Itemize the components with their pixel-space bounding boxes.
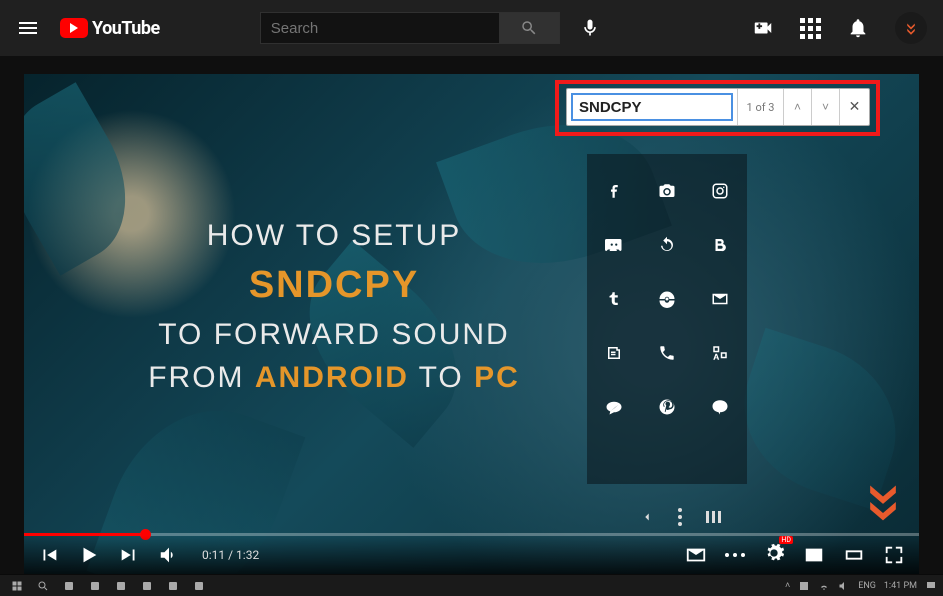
list-handle-icon[interactable] bbox=[706, 511, 721, 523]
apps-grid-icon[interactable] bbox=[800, 18, 821, 39]
instagram-icon[interactable] bbox=[711, 182, 729, 200]
youtube-logo[interactable]: YouTube bbox=[60, 18, 160, 39]
video-text-line-4b: TO bbox=[409, 361, 474, 394]
youtube-logo-text: YouTube bbox=[92, 18, 160, 39]
pokeball-icon[interactable] bbox=[658, 290, 676, 308]
time-display: 0:11 / 1:32 bbox=[202, 548, 259, 562]
video-surface[interactable]: HOW TO SETUP SNDCPY TO FORWARD SOUND FRO… bbox=[24, 74, 919, 574]
taskbar-wifi-icon[interactable] bbox=[818, 580, 830, 592]
video-text-line-4a: FROM bbox=[148, 361, 255, 394]
taskbar-tray-icon[interactable] bbox=[798, 580, 810, 592]
taskbar-start-icon[interactable] bbox=[6, 578, 28, 594]
find-close-button[interactable]: ✕ bbox=[839, 89, 869, 125]
share-panel bbox=[587, 154, 747, 484]
find-previous-button[interactable]: ˄ bbox=[783, 89, 811, 125]
search-button[interactable] bbox=[500, 12, 560, 44]
discord-icon[interactable] bbox=[605, 236, 623, 254]
windows-taskbar: ˄ ENG 1:41 PM bbox=[0, 574, 943, 596]
find-next-button[interactable]: ˅ bbox=[811, 89, 839, 125]
video-player: HOW TO SETUP SNDCPY TO FORWARD SOUND FRO… bbox=[24, 74, 919, 574]
taskbar-language[interactable]: ENG bbox=[858, 581, 876, 591]
theater-icon[interactable] bbox=[843, 544, 865, 566]
avatar-chevron-icon bbox=[902, 19, 920, 37]
taskbar-search-icon[interactable] bbox=[32, 578, 54, 594]
camera-icon[interactable] bbox=[658, 182, 676, 200]
mail-icon[interactable] bbox=[685, 544, 707, 566]
video-text-line-3: TO FORWARD SOUND bbox=[134, 313, 534, 357]
facebook-icon[interactable] bbox=[605, 182, 623, 200]
envelope-icon[interactable] bbox=[711, 290, 729, 308]
line-icon[interactable] bbox=[711, 398, 729, 416]
taskbar-notification-icon[interactable] bbox=[925, 580, 937, 592]
taskbar-clock[interactable]: 1:41 PM bbox=[884, 581, 917, 591]
player-controls: 0:11 / 1:32 HD bbox=[24, 536, 919, 574]
miniplayer-icon[interactable] bbox=[803, 544, 825, 566]
channel-logo-icon bbox=[861, 480, 905, 524]
menu-icon[interactable] bbox=[16, 16, 40, 40]
taskbar-app-icon[interactable] bbox=[110, 578, 132, 594]
video-text-highlight-3: PC bbox=[474, 361, 520, 394]
search-input[interactable] bbox=[260, 12, 500, 44]
messenger-icon[interactable] bbox=[605, 398, 623, 416]
notifications-icon[interactable] bbox=[847, 17, 869, 39]
create-video-icon[interactable] bbox=[752, 17, 774, 39]
play-icon[interactable] bbox=[78, 544, 100, 566]
video-mini-controls bbox=[640, 508, 721, 526]
header-actions bbox=[752, 12, 927, 44]
video-text-line-1: HOW TO SETUP bbox=[134, 214, 534, 258]
bold-b-icon[interactable] bbox=[711, 236, 729, 254]
video-text-highlight-1: SNDCPY bbox=[249, 264, 419, 306]
taskbar-app-icon[interactable] bbox=[58, 578, 80, 594]
volume-icon[interactable] bbox=[158, 544, 180, 566]
video-title-overlay: HOW TO SETUP SNDCPY TO FORWARD SOUND FRO… bbox=[134, 214, 534, 400]
tumblr-icon[interactable] bbox=[605, 290, 623, 308]
taskbar-tray-icon[interactable]: ˄ bbox=[785, 580, 790, 591]
search-bar bbox=[260, 12, 560, 44]
taskbar-volume-icon[interactable] bbox=[838, 580, 850, 592]
previous-icon[interactable] bbox=[38, 544, 60, 566]
taskbar-tray: ˄ ENG 1:41 PM bbox=[785, 580, 937, 592]
translate-icon[interactable] bbox=[711, 344, 729, 362]
taskbar-app-icon[interactable] bbox=[136, 578, 158, 594]
hd-badge: HD bbox=[779, 536, 793, 544]
find-input[interactable] bbox=[579, 99, 725, 116]
youtube-logo-icon bbox=[60, 18, 88, 38]
refresh-icon[interactable] bbox=[658, 236, 676, 254]
news-icon[interactable] bbox=[605, 344, 623, 362]
search-icon bbox=[520, 19, 538, 37]
youtube-header: YouTube bbox=[0, 0, 943, 56]
taskbar-app-icon[interactable] bbox=[188, 578, 210, 594]
next-icon[interactable] bbox=[118, 544, 140, 566]
caret-left-icon[interactable] bbox=[640, 510, 654, 524]
settings-gear-icon[interactable] bbox=[763, 542, 785, 564]
more-icon[interactable] bbox=[725, 553, 745, 557]
drag-handle-icon[interactable] bbox=[678, 508, 682, 526]
mic-icon bbox=[580, 18, 600, 38]
find-input-wrap bbox=[571, 93, 733, 121]
avatar[interactable] bbox=[895, 12, 927, 44]
pinterest-icon[interactable] bbox=[658, 398, 676, 416]
fullscreen-icon[interactable] bbox=[883, 544, 905, 566]
find-result-count: 1 of 3 bbox=[737, 89, 783, 125]
voice-search-button[interactable] bbox=[570, 8, 610, 48]
taskbar-app-icon[interactable] bbox=[84, 578, 106, 594]
taskbar-app-icon[interactable] bbox=[162, 578, 184, 594]
phone-icon[interactable] bbox=[658, 344, 676, 362]
find-in-page-bar: 1 of 3 ˄ ˅ ✕ bbox=[566, 88, 870, 126]
video-text-highlight-2: ANDROID bbox=[255, 361, 409, 394]
